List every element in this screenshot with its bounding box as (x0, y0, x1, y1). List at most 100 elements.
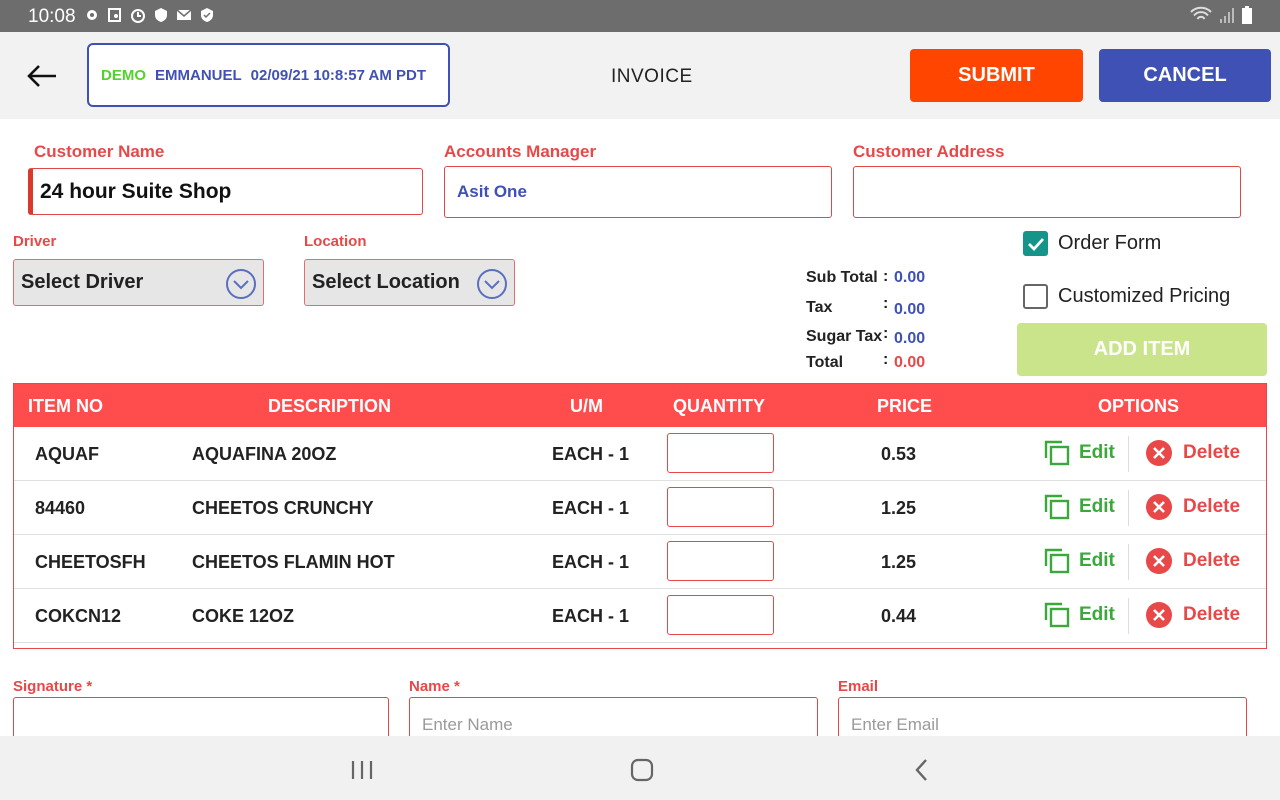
checkbox-unchecked-icon (1023, 284, 1048, 309)
driver-label: Driver (13, 233, 57, 250)
edit-button[interactable]: Edit (1043, 547, 1115, 575)
customer-address-field[interactable] (853, 166, 1241, 218)
colon: : (883, 268, 889, 285)
description-cell: CHEETOS CRUNCHY (192, 498, 374, 518)
edit-button[interactable]: Edit (1043, 493, 1115, 521)
delete-label: Delete (1183, 496, 1241, 517)
table-row: AQUAF AQUAFINA 20OZ EACH - 1 0.53 Edit D… (14, 427, 1266, 481)
delete-button[interactable]: Delete (1145, 547, 1240, 575)
subtotal-value: 0.00 (894, 269, 926, 286)
settings-icon (87, 10, 97, 20)
submit-button[interactable]: SUBMIT (910, 49, 1083, 102)
subtotal-label: Sub Total (806, 269, 878, 286)
price-cell: 0.53 (881, 444, 917, 464)
nav-back-icon[interactable] (908, 756, 936, 784)
subtotal-row: Sub Total : 0.00 (806, 268, 946, 291)
home-icon[interactable] (628, 756, 656, 784)
tax-value: 0.00 (894, 301, 926, 318)
order-form-checkbox[interactable]: Order Form (1023, 231, 1161, 256)
quantity-input[interactable] (667, 595, 774, 635)
security-icon (155, 8, 167, 22)
divider (1128, 490, 1129, 526)
close-circle-icon (1146, 548, 1172, 574)
status-icons (84, 7, 215, 23)
add-item-button[interactable]: ADD ITEM (1017, 323, 1267, 376)
description-cell: AQUAFINA 20OZ (192, 444, 337, 464)
user-name: EMMANUEL (155, 66, 242, 84)
delete-button[interactable]: Delete (1145, 601, 1240, 629)
recent-apps-icon[interactable] (348, 756, 376, 784)
sugar-tax-row: Sugar Tax : 0.00 (806, 325, 946, 350)
location-label: Location (304, 233, 367, 250)
sugar-tax-label: Sugar Tax (806, 328, 883, 345)
quantity-input[interactable] (667, 433, 774, 473)
description-cell: COKE 12OZ (192, 606, 295, 626)
edit-button[interactable]: Edit (1043, 439, 1115, 467)
screenshot-icon (108, 8, 121, 22)
location-select-value: Select Location (312, 271, 460, 293)
cancel-button[interactable]: CANCEL (1099, 49, 1271, 102)
um-cell: EACH - 1 (552, 444, 630, 464)
col-header-description: DESCRIPTION (268, 396, 392, 416)
divider (1128, 544, 1129, 580)
checkbox-checked-icon (1023, 231, 1048, 256)
price-cell: 0.44 (881, 606, 917, 626)
customer-name-field[interactable]: 24 hour Suite Shop (28, 168, 423, 215)
close-circle-icon (1146, 494, 1172, 520)
env-badge: DEMO (101, 66, 146, 84)
quantity-input[interactable] (667, 541, 774, 581)
close-circle-icon (1146, 440, 1172, 466)
quantity-input[interactable] (667, 487, 774, 527)
back-arrow-icon[interactable] (26, 62, 58, 90)
divider (1128, 598, 1129, 634)
mail-icon (176, 9, 192, 20)
customized-pricing-checkbox[interactable]: Customized Pricing (1023, 284, 1230, 309)
delete-button[interactable]: Delete (1145, 493, 1240, 521)
table-row: CHEETOSFH CHEETOS FLAMIN HOT EACH - 1 1.… (14, 535, 1266, 589)
tax-label: Tax (806, 299, 833, 316)
accounts-manager-value: Asit One (457, 182, 527, 201)
wifi-icon (1190, 6, 1212, 20)
tax-row: Tax : 0.00 (806, 295, 946, 321)
col-header-um: U/M (570, 396, 603, 416)
chevron-down-icon (226, 269, 256, 299)
colon: : (883, 295, 889, 312)
delete-label: Delete (1183, 550, 1241, 571)
session-info-box: DEMO EMMANUEL 02/09/21 10:8:57 AM PDT (87, 43, 450, 107)
name-input[interactable] (422, 715, 789, 735)
email-input[interactable] (851, 715, 1218, 735)
total-value: 0.00 (894, 354, 926, 371)
status-bar: 10:08 (0, 0, 1280, 32)
table-header: ITEM NO DESCRIPTION U/M QUANTITY PRICE O… (14, 384, 1266, 427)
page-title: INVOICE (611, 66, 693, 87)
location-select[interactable]: Select Location (304, 259, 515, 306)
driver-select[interactable]: Select Driver (13, 259, 264, 306)
customized-pricing-label: Customized Pricing (1058, 285, 1231, 307)
chevron-down-icon (477, 269, 507, 299)
driver-select-value: Select Driver (21, 271, 144, 293)
accounts-manager-field[interactable]: Asit One (444, 166, 832, 218)
edit-button[interactable]: Edit (1043, 601, 1115, 629)
edit-label: Edit (1079, 496, 1115, 517)
delete-button[interactable]: Delete (1145, 439, 1240, 467)
delete-label: Delete (1183, 604, 1241, 625)
order-form-label: Order Form (1058, 232, 1162, 254)
items-table: ITEM NO DESCRIPTION U/M QUANTITY PRICE O… (13, 383, 1267, 649)
copy-icon (1044, 602, 1070, 628)
accounts-manager-label: Accounts Manager (444, 142, 597, 161)
session-datetime: 02/09/21 10:8:57 AM PDT (250, 66, 427, 84)
um-cell: EACH - 1 (552, 552, 630, 572)
colon: : (883, 325, 889, 342)
sugar-tax-value: 0.00 (894, 330, 926, 347)
close-circle-icon (1146, 602, 1172, 628)
copy-icon (1044, 440, 1070, 466)
total-row: Total : 0.00 (806, 351, 946, 376)
price-cell: 1.25 (881, 498, 917, 518)
item-no-cell: AQUAF (35, 444, 99, 464)
customer-address-label: Customer Address (853, 142, 1005, 161)
edit-label: Edit (1079, 442, 1115, 463)
edit-label: Edit (1079, 550, 1115, 571)
col-header-quantity: QUANTITY (673, 396, 765, 416)
email-label: Email (838, 678, 879, 695)
status-time: 10:08 (28, 6, 76, 27)
